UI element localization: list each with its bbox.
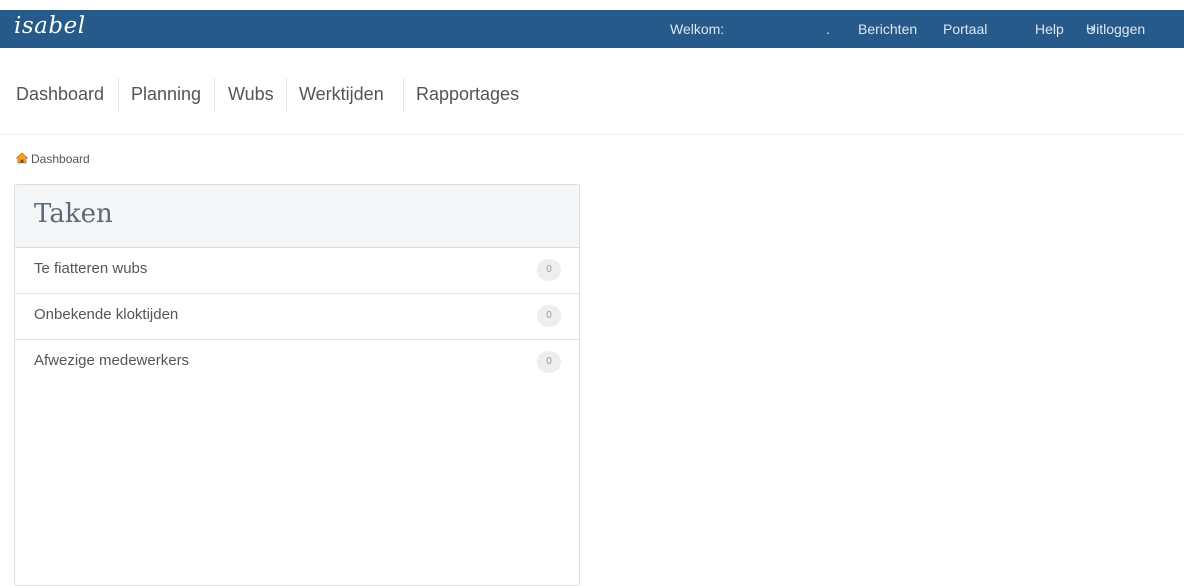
task-row-onbekende-kloktijden[interactable]: Onbekende kloktijden 0	[15, 294, 579, 340]
nav-item-rapportages[interactable]: Rapportages	[416, 78, 519, 110]
nav-divider	[118, 78, 119, 112]
count-badge: 0	[537, 351, 561, 373]
task-label: Te fiatteren wubs	[34, 260, 148, 277]
home-icon	[16, 152, 28, 164]
task-label: Onbekende kloktijden	[34, 306, 179, 323]
main-nav: Dashboard Planning Wubs Werktijden Rappo…	[0, 48, 1184, 135]
messages-link[interactable]: Berichten	[858, 10, 917, 48]
tasks-panel: Taken Te fiatteren wubs 0 Onbekende klok…	[14, 184, 580, 586]
portal-link[interactable]: Portaal	[943, 10, 987, 48]
breadcrumb-label: Dashboard	[31, 152, 90, 166]
user-name: .	[826, 21, 830, 37]
task-row-te-fiatteren-wubs[interactable]: Te fiatteren wubs 0	[15, 248, 579, 294]
welcome-label: Welkom:	[670, 21, 725, 37]
logout-label: Uitloggen	[1086, 21, 1146, 37]
app-logo[interactable]: isabel	[14, 13, 86, 39]
count-badge: 0	[537, 305, 561, 327]
tasks-title: Taken	[34, 199, 113, 229]
nav-divider	[403, 78, 404, 112]
nav-item-planning[interactable]: Planning	[131, 78, 201, 110]
help-link[interactable]: Help	[1035, 10, 1064, 48]
nav-item-werktijden[interactable]: Werktijden	[299, 78, 384, 110]
task-label: Afwezige medewerkers	[34, 352, 190, 369]
nav-item-dashboard[interactable]: Dashboard	[16, 78, 104, 110]
task-row-afwezige-medewerkers[interactable]: Afwezige medewerkers 0	[15, 340, 579, 385]
breadcrumb[interactable]: Dashboard	[16, 152, 90, 166]
top-bar: isabel Welkom: . Berichten Portaal Help …	[0, 10, 1184, 48]
nav-divider	[286, 78, 287, 112]
nav-item-wubs[interactable]: Wubs	[228, 78, 274, 110]
nav-divider	[214, 78, 215, 112]
count-badge: 0	[537, 259, 561, 281]
tasks-panel-header: Taken	[15, 185, 579, 248]
